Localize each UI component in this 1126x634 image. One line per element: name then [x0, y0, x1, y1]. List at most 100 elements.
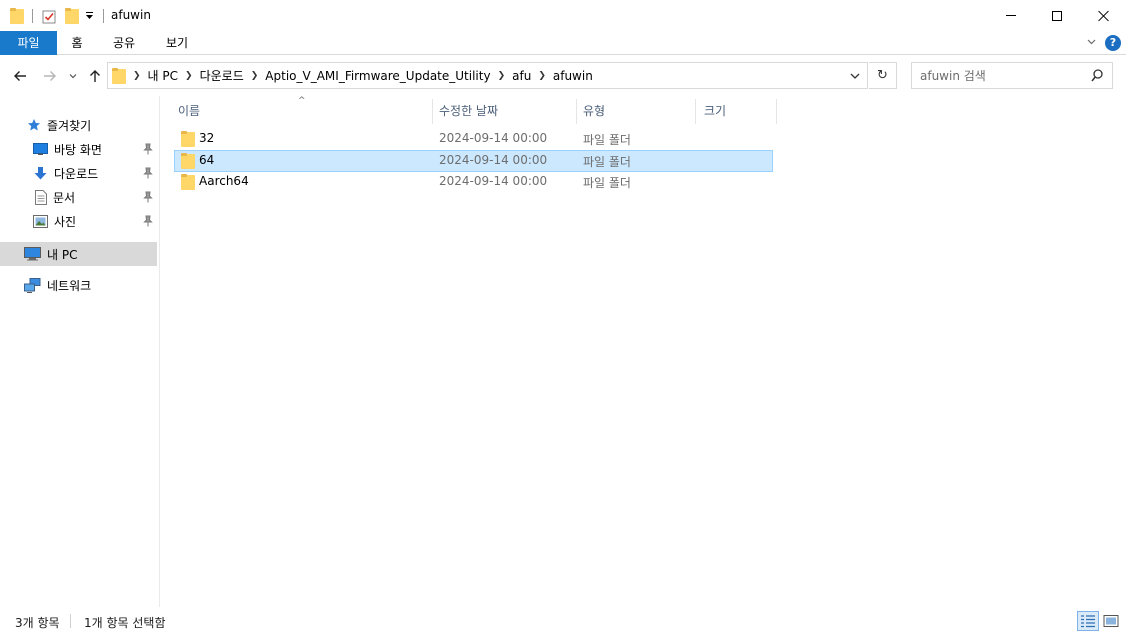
maximize-button[interactable]: [1034, 0, 1080, 31]
maximize-icon: [1052, 10, 1062, 21]
up-button[interactable]: [86, 66, 104, 86]
nav-item-desktop[interactable]: 바탕 화면: [0, 137, 157, 161]
new-folder-icon[interactable]: [65, 6, 79, 26]
breadcrumb-this-pc[interactable]: 내 PC: [148, 67, 178, 84]
pin-icon[interactable]: [143, 191, 153, 203]
up-arrow-icon: [90, 70, 100, 82]
column-header-type[interactable]: 유형: [583, 99, 693, 124]
file-row-32[interactable]: 32 2024-09-14 00:00 파일 폴더: [174, 128, 773, 150]
search-box[interactable]: [911, 62, 1113, 89]
breadcrumb-chevron-icon[interactable]: ❯: [185, 71, 193, 81]
address-history-button[interactable]: [841, 62, 868, 89]
window-title: afuwin: [111, 8, 151, 22]
chevron-down-icon: [850, 73, 859, 79]
file-date: 2024-09-14 00:00: [439, 153, 548, 167]
navigation-row: ❯ 내 PC ❯ 다운로드 ❯ Aptio_V_AMI_Firmware_Upd…: [0, 56, 1126, 96]
nav-quick-access[interactable]: 즐겨찾기: [0, 113, 157, 137]
address-folder-icon: [112, 67, 126, 84]
pin-icon[interactable]: [143, 167, 153, 179]
breadcrumb-chevron-icon[interactable]: ❯: [133, 71, 141, 81]
file-row-64[interactable]: 64 2024-09-14 00:00 파일 폴더: [174, 150, 773, 172]
document-icon: [35, 189, 47, 205]
large-icons-view-icon: [1103, 615, 1119, 627]
quick-access-separator: [32, 6, 33, 26]
title-bar: afuwin: [0, 0, 1126, 31]
file-type: 파일 폴더: [583, 176, 631, 190]
nav-item-this-pc[interactable]: 내 PC: [0, 242, 157, 266]
breadcrumb-chevron-icon[interactable]: ❯: [538, 71, 546, 81]
details-view-button[interactable]: [1077, 611, 1099, 631]
nav-label: 바탕 화면: [54, 142, 102, 157]
customize-quick-access-icon[interactable]: [85, 6, 94, 26]
breadcrumb-afu[interactable]: afu: [512, 69, 531, 83]
ribbon-tabs: 파일 홈 공유 보기 ?: [0, 31, 1126, 55]
expand-ribbon-chevron-icon[interactable]: [1087, 37, 1096, 46]
search-input[interactable]: [920, 67, 1080, 84]
pin-icon[interactable]: [143, 215, 153, 227]
window-folder-icon: [10, 6, 24, 26]
file-name: 32: [199, 131, 215, 145]
pictures-icon: [33, 214, 48, 228]
help-button[interactable]: ?: [1105, 35, 1121, 51]
breadcrumb-aptio[interactable]: Aptio_V_AMI_Firmware_Update_Utility: [265, 69, 490, 83]
tab-share[interactable]: 공유: [102, 31, 146, 55]
column-divider[interactable]: [695, 99, 696, 124]
back-button[interactable]: [10, 66, 30, 86]
recent-locations-button[interactable]: [66, 66, 80, 86]
forward-button[interactable]: [40, 66, 60, 86]
large-icons-view-button[interactable]: [1100, 611, 1122, 631]
nav-item-network[interactable]: 네트워크: [0, 273, 157, 297]
item-count: 3개 항목: [15, 616, 60, 630]
file-row-aarch64[interactable]: Aarch64 2024-09-14 00:00 파일 폴더: [174, 171, 773, 193]
folder-icon: [181, 131, 195, 147]
title-separator: [103, 6, 104, 26]
properties-checkmark-icon[interactable]: [42, 6, 56, 26]
computer-icon: [24, 247, 41, 261]
file-type: 파일 폴더: [583, 133, 631, 147]
file-type: 파일 폴더: [583, 155, 631, 169]
nav-label: 네트워크: [47, 278, 92, 293]
star-icon: [28, 119, 40, 131]
tab-file[interactable]: 파일: [0, 31, 57, 55]
forward-arrow-icon: [44, 71, 56, 81]
status-bar: 3개 항목 1개 항목 선택함: [0, 608, 1126, 634]
file-date: 2024-09-14 00:00: [439, 174, 548, 188]
breadcrumb-chevron-icon[interactable]: ❯: [498, 71, 506, 81]
search-icon[interactable]: [1091, 69, 1103, 82]
file-name: 64: [199, 153, 215, 167]
column-header-date[interactable]: 수정한 날짜: [439, 99, 569, 124]
nav-label: 즐겨찾기: [47, 118, 92, 133]
details-view-icon: [1081, 615, 1095, 628]
nav-item-downloads[interactable]: 다운로드: [0, 161, 157, 185]
breadcrumb-afuwin[interactable]: afuwin: [553, 69, 593, 83]
desktop-icon: [33, 143, 48, 155]
breadcrumb-downloads[interactable]: 다운로드: [200, 67, 244, 84]
selected-count: 1개 항목 선택함: [84, 616, 166, 630]
address-bar[interactable]: ❯ 내 PC ❯ 다운로드 ❯ Aptio_V_AMI_Firmware_Upd…: [107, 62, 868, 89]
minimize-button[interactable]: [988, 0, 1034, 31]
column-header-name[interactable]: 이름: [178, 99, 428, 124]
breadcrumb-chevron-icon[interactable]: ❯: [251, 71, 259, 81]
close-icon: [1097, 10, 1109, 22]
pin-icon[interactable]: [143, 143, 153, 155]
nav-item-pictures[interactable]: 사진: [0, 209, 157, 233]
folder-icon: [181, 174, 195, 190]
download-arrow-icon: [34, 166, 47, 179]
minimize-icon: [1006, 15, 1016, 16]
column-divider[interactable]: [776, 99, 777, 124]
network-icon: [24, 277, 41, 293]
refresh-icon: ↻: [877, 68, 888, 83]
navigation-pane: 즐겨찾기 바탕 화면 다운로드 문서 사진 내 PC 네트워크: [0, 96, 160, 607]
tab-home[interactable]: 홈: [60, 31, 94, 55]
file-list: ^ 이름 수정한 날짜 유형 크기 32 2024-09-14 00:00 파일…: [161, 96, 1126, 607]
refresh-button[interactable]: ↻: [869, 62, 897, 89]
column-header-size[interactable]: 크기: [704, 99, 774, 124]
column-divider[interactable]: [432, 99, 433, 124]
close-button[interactable]: [1080, 0, 1126, 31]
column-divider[interactable]: [576, 99, 577, 124]
nav-label: 사진: [54, 214, 77, 229]
folder-icon: [181, 153, 195, 169]
tab-view[interactable]: 보기: [156, 31, 198, 55]
nav-item-documents[interactable]: 문서: [0, 185, 157, 209]
file-date: 2024-09-14 00:00: [439, 131, 548, 145]
